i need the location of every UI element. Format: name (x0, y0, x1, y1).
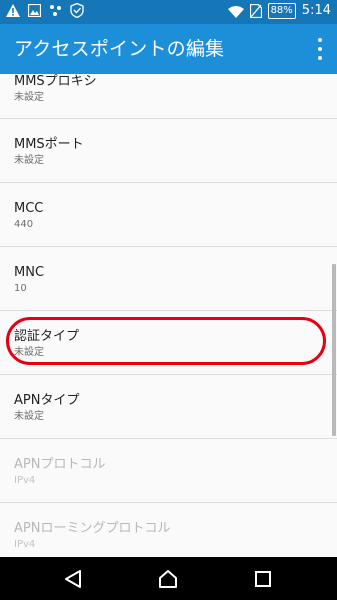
list-item-title: APNローミングプロトコル (14, 521, 171, 536)
list-item-title: MNC (14, 265, 45, 280)
shield-icon (70, 3, 84, 18)
list-item-title: MCC (14, 201, 44, 216)
image-icon (28, 4, 41, 17)
list-item-mnc[interactable]: MNC 10 (0, 247, 337, 310)
list-item-title: APNタイプ (14, 393, 80, 408)
list-item-apn-roaming-protocol: APNローミングプロトコル IPv4 (0, 503, 337, 557)
status-bar-left (6, 3, 84, 18)
page-title: アクセスポイントの編集 (14, 38, 225, 60)
warning-icon (6, 4, 20, 17)
dots-icon (50, 5, 61, 16)
list-item-title: MMSプロキシ (14, 74, 97, 89)
list-item-value: 440 (14, 219, 34, 230)
list-item-apn-type[interactable]: APNタイプ 未設定 (0, 375, 337, 438)
list-item-apn-protocol: APNプロトコル IPv4 (0, 439, 337, 502)
no-sim-icon (249, 4, 262, 18)
recents-icon[interactable] (252, 568, 274, 590)
list-item-mms-proxy[interactable]: MMSプロキシ 未設定 (0, 74, 337, 118)
scrollbar[interactable] (332, 264, 336, 436)
list-item-value: IPv4 (14, 475, 36, 486)
navigation-bar (0, 557, 337, 600)
more-vert-icon[interactable] (315, 38, 325, 60)
list-item-value: IPv4 (14, 539, 36, 550)
list-item-value: 10 (14, 283, 27, 294)
wifi-icon (227, 5, 244, 18)
app-bar: アクセスポイントの編集 (0, 24, 337, 74)
settings-list: MMSプロキシ 未設定 MMSポート 未設定 MCC 440 MNC 10 認証… (0, 74, 337, 557)
list-item-mcc[interactable]: MCC 440 (0, 183, 337, 246)
clock: 5:14 (301, 3, 331, 18)
list-item-title: APNプロトコル (14, 457, 106, 472)
highlight-ellipse (6, 317, 326, 365)
list-item-value: 未設定 (14, 92, 44, 103)
back-icon[interactable] (62, 568, 84, 590)
list-item-value: 未設定 (14, 411, 44, 422)
list-item-mms-port[interactable]: MMSポート 未設定 (0, 119, 337, 182)
status-bar-right: 88% 5:14 (227, 2, 331, 20)
list-item-value: 未設定 (14, 155, 44, 166)
battery-indicator: 88% (267, 3, 296, 19)
list-item-title: MMSポート (14, 137, 84, 152)
home-icon[interactable] (157, 568, 179, 590)
status-bar: 88% 5:14 (0, 0, 337, 24)
